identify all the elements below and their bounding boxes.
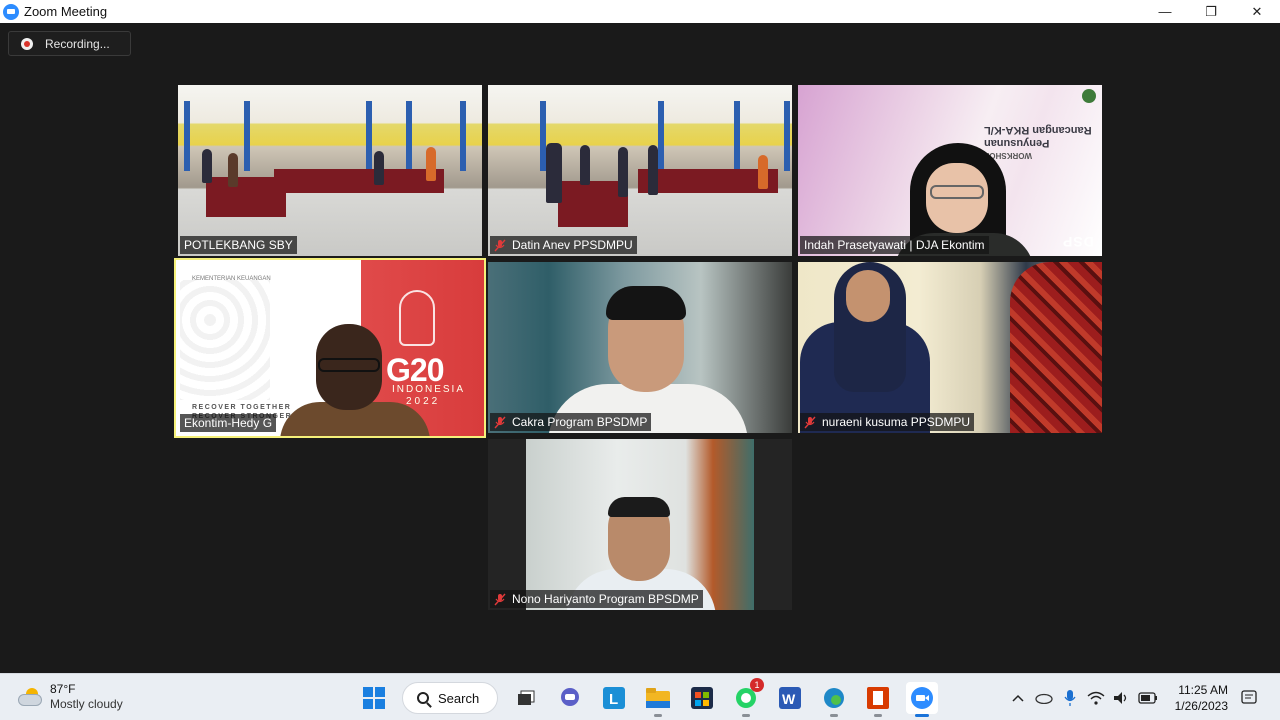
participant-name: Nono Hariyanto Program BPSDMP (512, 592, 699, 606)
wifi-icon[interactable] (1085, 687, 1107, 709)
record-icon (21, 37, 33, 50)
svg-text:L: L (609, 691, 618, 708)
participant-name-tag: Indah Prasetyawati | DJA Ekontim (800, 236, 989, 254)
taskbar-search[interactable]: Search (402, 682, 498, 714)
start-button[interactable] (358, 682, 390, 714)
muted-mic-icon (494, 239, 506, 252)
participant-name-tag: Ekontim-Hedy G (180, 414, 277, 432)
office-video (488, 262, 792, 433)
video-tile-datin-anev[interactable]: Datin Anev PPSDMPU (488, 85, 792, 256)
participant-name-tag: Datin Anev PPSDMPU (490, 236, 637, 254)
participant-name: Ekontim-Hedy G (184, 416, 273, 430)
workshop-virtual-background: WORKSHOP Penyusunan Rancangan RKA-K/L DS… (798, 85, 1102, 256)
video-tile-hedy-active-speaker[interactable]: KEMENTERIAN KEUANGAN G20 INDONESIA 2022 … (174, 258, 486, 438)
video-tile-indah[interactable]: WORKSHOP Penyusunan Rancangan RKA-K/L DS… (798, 85, 1102, 256)
clock-date: 1/26/2023 (1174, 699, 1228, 713)
zoom-app-icon (3, 3, 19, 20)
participant-name-tag: nuraeni kusuma PPSDMPU (800, 413, 975, 431)
clock-time: 11:25 AM (1178, 683, 1228, 697)
minimize-button[interactable]: — (1142, 0, 1188, 23)
weather-condition: Mostly cloudy (50, 697, 123, 711)
participant-name-tag: POTLEKBANG SBY (180, 236, 297, 254)
onedrive-cloud-icon[interactable] (1033, 687, 1055, 709)
participant-name: POTLEKBANG SBY (184, 238, 293, 252)
chevron-up-icon[interactable] (1007, 687, 1029, 709)
hall-video (488, 85, 792, 256)
participant-name-tag: Cakra Program BPSDMP (490, 413, 652, 431)
store-icon[interactable] (686, 682, 718, 714)
maximize-button[interactable]: ❐ (1188, 0, 1234, 23)
partly-cloudy-icon (18, 688, 44, 706)
word-icon[interactable]: W (774, 682, 806, 714)
search-label: Search (438, 690, 480, 706)
g20-emblem-icon (399, 290, 435, 346)
recording-indicator[interactable]: Recording... (8, 31, 131, 56)
office-icon[interactable] (862, 682, 894, 717)
teams-chat-icon[interactable] (554, 682, 586, 714)
video-tile-nono[interactable]: Nono Hariyanto Program BPSDMP (488, 439, 792, 610)
title-bar: Zoom Meeting — ❐ ✕ (0, 0, 1280, 23)
system-tray: 11:25 AM 1/26/2023 (1005, 680, 1262, 716)
windows-logo-icon (363, 687, 385, 709)
svg-text:W: W (782, 691, 796, 707)
edge-icon[interactable] (818, 682, 850, 717)
video-tile-nuraeni[interactable]: nuraeni kusuma PPSDMPU (798, 262, 1102, 433)
taskbar-clock[interactable]: 11:25 AM 1/26/2023 (1175, 682, 1228, 714)
volume-icon[interactable] (1111, 687, 1133, 709)
hall-video (178, 85, 482, 256)
window-controls: — ❐ ✕ (1142, 0, 1280, 23)
l-app-icon[interactable]: L (598, 682, 630, 714)
windows-taskbar: 87°F Mostly cloudy Search L 1 W 11:25 AM… (0, 673, 1280, 720)
room-video (798, 262, 1102, 433)
taskbar-apps: Search L 1 W (352, 678, 944, 717)
participant-name: Cakra Program BPSDMP (512, 415, 648, 429)
weather-widget[interactable]: 87°F Mostly cloudy (18, 682, 123, 712)
notification-badge: 1 (750, 678, 764, 692)
participant-name-tag: Nono Hariyanto Program BPSDMP (490, 590, 703, 608)
workshop-banner: WORKSHOP Penyusunan Rancangan RKA-K/L (984, 124, 1092, 160)
ministry-logo-icon (1082, 89, 1096, 103)
muted-mic-icon (494, 416, 506, 429)
muted-mic-icon (494, 593, 506, 606)
participant-name: Datin Anev PPSDMPU (512, 238, 633, 252)
office-video (526, 439, 754, 610)
muted-mic-icon (804, 416, 816, 429)
ministry-label: KEMENTERIAN KEUANGAN (192, 276, 271, 282)
dsp-watermark: DSP (1062, 234, 1094, 250)
battery-icon[interactable] (1137, 687, 1159, 709)
file-explorer-icon[interactable] (642, 682, 674, 717)
recording-label: Recording... (45, 36, 110, 51)
window-title: Zoom Meeting (24, 4, 108, 19)
search-icon (417, 692, 429, 704)
weather-temp: 87°F (50, 682, 76, 696)
g20-virtual-background: KEMENTERIAN KEUANGAN G20 INDONESIA 2022 … (176, 260, 484, 436)
whatsapp-icon[interactable]: 1 (730, 678, 764, 717)
microphone-icon[interactable] (1059, 687, 1081, 709)
participant-name: nuraeni kusuma PPSDMPU (822, 415, 971, 429)
video-tile-potlekbang[interactable]: POTLEKBANG SBY (178, 85, 482, 256)
notification-center-icon[interactable] (1238, 687, 1260, 709)
participant-name: Indah Prasetyawati | DJA Ekontim (804, 238, 985, 252)
video-tile-cakra[interactable]: Cakra Program BPSDMP (488, 262, 792, 433)
zoom-icon[interactable] (906, 682, 938, 717)
close-button[interactable]: ✕ (1234, 0, 1280, 23)
task-view-icon[interactable] (510, 682, 542, 714)
meeting-stage: Recording... POTLEKBANG SBY Datin Anev P… (0, 23, 1280, 673)
